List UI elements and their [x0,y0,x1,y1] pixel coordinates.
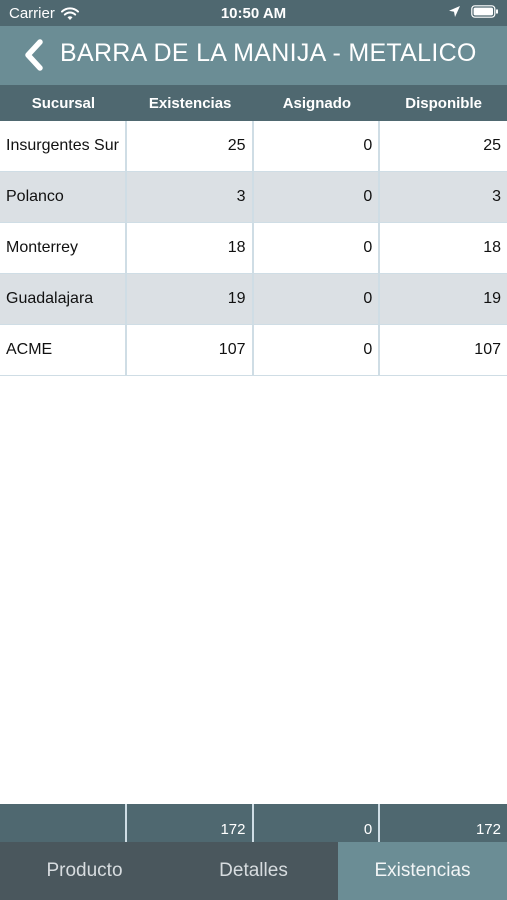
tab-detalles[interactable]: Detalles [169,842,338,900]
cell-existencias: 19 [127,274,254,324]
cell-disponible: 18 [483,239,501,256]
nav-bar: BARRA DE LA MANIJA - METALICO [0,26,507,85]
back-button[interactable] [16,36,52,74]
cell-sucursal: Polanco [0,172,127,222]
cell-existencias: 3 [127,172,254,222]
totals-row: 172 0 172 [0,804,507,842]
cell-asignado: 0 [254,223,381,273]
cell-asignado: 0 [254,274,381,324]
tab-existencias[interactable]: Existencias [338,842,507,900]
status-right [448,5,499,18]
cell-existencias: 18 [127,223,254,273]
table-row[interactable]: Monterrey 18 0 18 [0,223,507,274]
battery-icon [471,5,498,18]
total-disponible: 172 [475,821,501,838]
location-arrow-icon [449,6,460,17]
chevron-left-icon [25,39,43,71]
page-title: BARRA DE LA MANIJA - METALICO [60,39,477,67]
tab-producto[interactable]: Producto [0,842,169,900]
cell-disponible: 25 [483,137,501,154]
cell-sucursal: Guadalajara [0,274,127,324]
total-asignado: 0 [254,804,381,842]
top-bar: Carrier 10:50 AM BARRA DE LA MANIJA - ME… [0,0,507,85]
table-row[interactable]: ACME 107 0 107 [0,325,507,376]
cell-sucursal: Insurgentes Sur [0,121,127,171]
cell-asignado: 0 [254,172,381,222]
cell-asignado: 0 [254,325,381,375]
column-header-sucursal[interactable]: Sucursal [0,85,127,121]
cell-sucursal: ACME [0,325,127,375]
column-header-asignado[interactable]: Asignado [254,85,381,121]
column-header-disponible[interactable]: Disponible [380,85,507,121]
tab-bar: Producto Detalles Existencias [0,842,507,900]
table-row[interactable]: Guadalajara 19 0 19 [0,274,507,325]
cell-disponible: 19 [483,290,501,307]
table-row[interactable]: Insurgentes Sur 25 0 25 [0,121,507,172]
status-time: 10:50 AM [220,5,287,22]
column-header-existencias[interactable]: Existencias [127,85,254,121]
cell-existencias: 25 [127,121,254,171]
status-bar: Carrier 10:50 AM [0,0,507,26]
cell-asignado: 0 [254,121,381,171]
total-sucursal [0,804,127,842]
cell-existencias: 107 [127,325,254,375]
table-body: Insurgentes Sur 25 0 25 Polanco 3 0 3 Mo… [0,121,507,376]
table-row[interactable]: Polanco 3 0 3 [0,172,507,223]
cell-sucursal: Monterrey [0,223,127,273]
table-header: Sucursal Existencias Asignado Disponible [0,85,507,121]
cell-disponible: 3 [492,188,501,205]
cell-disponible: 107 [474,341,501,358]
total-existencias: 172 [127,804,254,842]
